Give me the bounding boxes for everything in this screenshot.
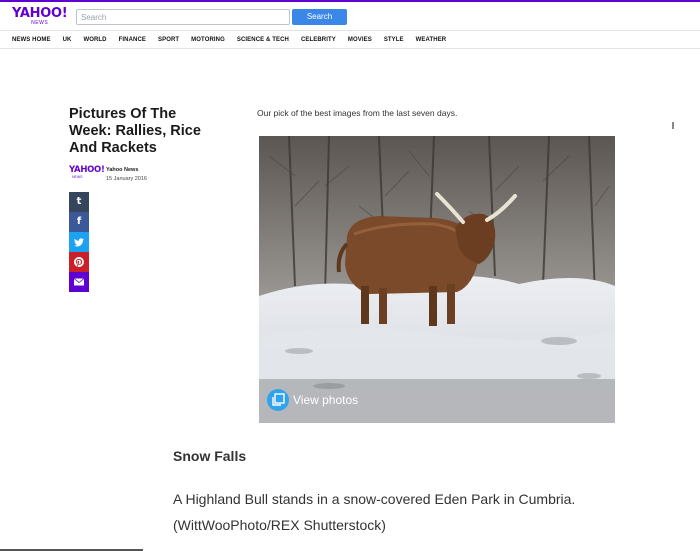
publish-date: 15 January 2016	[106, 176, 147, 182]
view-photos-label: View photos	[293, 393, 359, 407]
nav-news-home[interactable]: NEWS HOME	[12, 37, 51, 43]
caption-text: A Highland Bull stands in a snow-covered…	[173, 491, 576, 533]
logo-subtext: NEWS	[31, 20, 49, 26]
nav-finance[interactable]: FINANCE	[119, 37, 146, 43]
tumblr-share-button[interactable]: t	[69, 192, 89, 212]
logo-text: YAHOO!	[12, 6, 68, 21]
mail-icon	[74, 278, 84, 286]
gallery-icon	[267, 389, 289, 411]
share-bar: t f	[69, 192, 89, 292]
view-photos-overlay[interactable]: View photos	[259, 379, 615, 423]
source-logo-text: YAHOO!	[69, 165, 105, 175]
pinterest-share-button[interactable]	[69, 252, 89, 272]
source-logo: YAHOO! NEWS	[69, 165, 105, 179]
search-button[interactable]: Search	[292, 9, 347, 25]
facebook-share-button[interactable]: f	[69, 212, 89, 232]
pinterest-icon	[74, 257, 84, 267]
gallery-photo[interactable]: View photos	[259, 136, 615, 423]
caption-title: Snow Falls	[173, 448, 247, 464]
scroll-indicator	[672, 122, 674, 129]
nav-uk[interactable]: UK	[63, 37, 72, 43]
nav-celebrity[interactable]: CELEBRITY	[301, 37, 336, 43]
nav-sport[interactable]: SPORT	[158, 37, 179, 43]
nav-weather[interactable]: WEATHER	[416, 37, 447, 43]
mail-share-button[interactable]	[69, 272, 89, 292]
nav-style[interactable]: STYLE	[384, 37, 404, 43]
source-logo-subtext: NEWS	[72, 174, 83, 179]
search-input[interactable]	[76, 9, 290, 25]
nav-world[interactable]: WORLD	[83, 37, 106, 43]
nav-motoring[interactable]: MOTORING	[191, 37, 225, 43]
article-intro: Our pick of the best images from the las…	[257, 108, 458, 118]
twitter-share-button[interactable]	[69, 232, 89, 252]
category-nav: NEWS HOME UK WORLD FINANCE SPORT MOTORIN…	[0, 30, 700, 49]
yahoo-news-logo[interactable]: YAHOO! NEWS	[12, 6, 68, 26]
nav-movies[interactable]: MOVIES	[348, 37, 372, 43]
author-name: Yahoo News	[106, 167, 139, 173]
facebook-icon: f	[76, 216, 82, 227]
twitter-icon	[74, 237, 84, 246]
tumblr-icon: t	[76, 196, 82, 207]
nav-science-tech[interactable]: SCIENCE & TECH	[237, 37, 289, 43]
header: YAHOO! NEWS Search	[0, 2, 700, 30]
article-title: Pictures Of The Week: Rallies, Rice And …	[69, 106, 201, 156]
